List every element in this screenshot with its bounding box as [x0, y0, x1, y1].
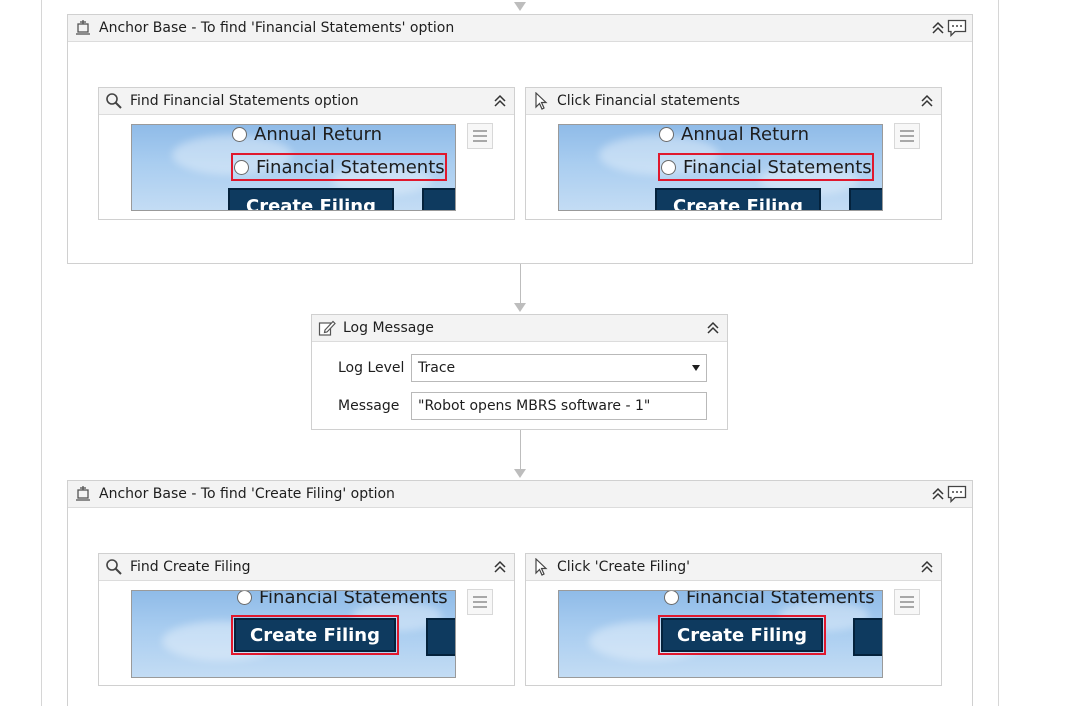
screenshot-block: [849, 188, 882, 210]
message-input[interactable]: "Robot opens MBRS software - 1": [411, 392, 707, 420]
message-label: Message: [338, 398, 400, 414]
collapse-icon[interactable]: [492, 90, 508, 112]
click-financial-statements-activity[interactable]: Click Financial statements Annual Return…: [525, 87, 942, 220]
activity-title: Find Create Filing: [130, 559, 251, 575]
collapse-icon[interactable]: [919, 90, 935, 112]
log-level-value: Trace: [418, 360, 456, 376]
options-menu-icon[interactable]: [894, 589, 920, 615]
canvas-right-border: [998, 0, 999, 706]
options-menu-icon[interactable]: [467, 589, 493, 615]
options-menu-icon[interactable]: [467, 123, 493, 149]
connector-line: [520, 430, 521, 470]
activity-title: Click Financial statements: [557, 93, 740, 109]
log-message-icon: [317, 318, 337, 338]
target-highlight: [231, 153, 447, 181]
screenshot-option: Financial Statements: [664, 591, 875, 608]
screenshot-option: Annual Return: [659, 125, 809, 145]
log-level-select[interactable]: Trace: [411, 354, 707, 382]
element-screenshot[interactable]: Annual Return Financial Statements Creat…: [558, 124, 883, 211]
element-screenshot[interactable]: Financial Statements Create Filing: [558, 590, 883, 678]
connector-arrow: [514, 303, 526, 312]
collapse-icon[interactable]: [705, 317, 721, 339]
activity-header: Find Financial Statements option: [99, 88, 514, 115]
canvas-left-border: [41, 0, 42, 706]
screenshot-option: Financial Statements: [237, 591, 448, 608]
connector-line: [520, 264, 521, 304]
anchor-base-financial-statements[interactable]: Anchor Base - To find 'Financial Stateme…: [67, 14, 973, 264]
screenshot-button: Create Filing: [655, 188, 821, 210]
comment-icon[interactable]: [946, 483, 968, 505]
activity-header: Click 'Create Filing': [526, 554, 941, 581]
click-create-filing-activity[interactable]: Click 'Create Filing' Financial Statemen…: [525, 553, 942, 686]
activity-title: Log Message: [343, 320, 434, 336]
anchor-base-icon: [73, 484, 93, 504]
element-screenshot[interactable]: Annual Return Financial Statements Creat…: [131, 124, 456, 211]
activity-title: Click 'Create Filing': [557, 559, 690, 575]
find-create-filing-activity[interactable]: Find Create Filing Financial Statements …: [98, 553, 515, 686]
chevron-down-icon: [692, 365, 700, 371]
collapse-icon[interactable]: [930, 483, 946, 505]
anchor-base-icon: [73, 18, 93, 38]
log-message-activity[interactable]: Log Message Log Level Trace Message "Rob…: [311, 314, 728, 430]
activity-header: Anchor Base - To find 'Financial Stateme…: [68, 15, 972, 42]
search-icon: [104, 557, 124, 577]
activity-title: Anchor Base - To find 'Financial Stateme…: [99, 20, 455, 36]
collapse-icon[interactable]: [492, 556, 508, 578]
target-highlight: [658, 615, 826, 655]
connector-arrow: [514, 2, 526, 11]
anchor-base-create-filing[interactable]: Anchor Base - To find 'Create Filing' op…: [67, 480, 973, 706]
activity-header: Find Create Filing: [99, 554, 514, 581]
target-highlight: [658, 153, 874, 181]
log-level-label: Log Level: [338, 360, 405, 376]
message-value: "Robot opens MBRS software - 1": [418, 398, 651, 414]
comment-icon[interactable]: [946, 17, 968, 39]
target-highlight: [231, 615, 399, 655]
activity-header: Log Message: [312, 315, 727, 342]
screenshot-block: [426, 618, 455, 656]
cursor-icon: [531, 91, 551, 111]
options-menu-icon[interactable]: [894, 123, 920, 149]
cursor-icon: [531, 557, 551, 577]
collapse-icon[interactable]: [930, 17, 946, 39]
screenshot-option: Annual Return: [232, 125, 382, 145]
screenshot-block: [853, 618, 882, 656]
activity-title: Find Financial Statements option: [130, 93, 359, 109]
element-screenshot[interactable]: Financial Statements Create Filing: [131, 590, 456, 678]
screenshot-button: Create Filing: [228, 188, 394, 210]
search-icon: [104, 91, 124, 111]
activity-header: Click Financial statements: [526, 88, 941, 115]
connector-arrow: [514, 469, 526, 478]
collapse-icon[interactable]: [919, 556, 935, 578]
find-financial-statements-activity[interactable]: Find Financial Statements option Annual …: [98, 87, 515, 220]
activity-header: Anchor Base - To find 'Create Filing' op…: [68, 481, 972, 508]
activity-title: Anchor Base - To find 'Create Filing' op…: [99, 486, 395, 502]
screenshot-block: [422, 188, 455, 210]
